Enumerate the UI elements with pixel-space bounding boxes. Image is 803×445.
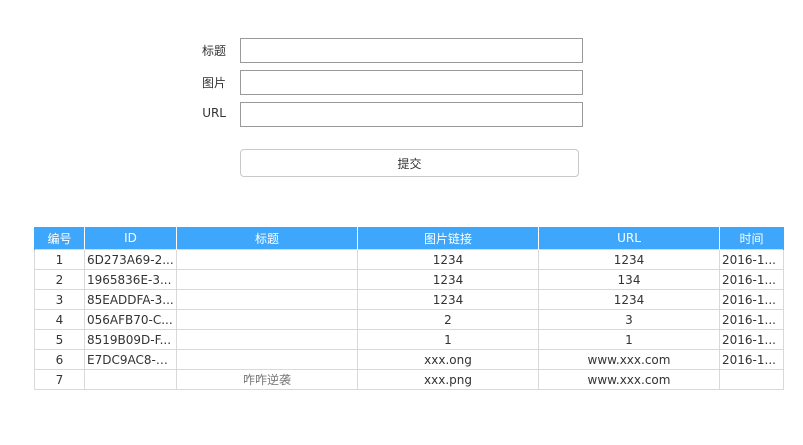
cell-id: 85EADDFA-3... [84,289,177,310]
cell-id: 8519B09D-F... [84,329,177,350]
cell-title [176,309,358,330]
table-row: 2 1965836E-3... 1234 134 2016-1... [34,269,784,290]
table-row: 3 85EADDFA-3... 1234 1234 2016-1... [34,289,784,310]
header-image-link: 图片链接 [357,227,539,250]
cell-title [176,289,358,310]
cell-time: 2016-1... [719,349,784,370]
cell-image: 1234 [357,249,539,270]
table-row: 5 8519B09D-F... 1 1 2016-1... [34,329,784,350]
url-input[interactable] [240,102,583,127]
cell-image: 1234 [357,289,539,310]
cell-no: 5 [34,329,85,350]
title-label: 标题 [201,44,226,58]
cell-url: www.xxx.com [538,369,720,390]
header-url: URL [538,227,720,250]
cell-image: 1 [357,329,539,350]
cell-time: 2016-1... [719,309,784,330]
image-input[interactable] [240,70,583,95]
cell-no: 6 [34,349,85,370]
table-header-row: 编号 ID 标题 图片链接 URL 时间 [34,227,784,250]
cell-url: 1 [538,329,720,350]
cell-image: xxx.ong [357,349,539,370]
cell-url: 1234 [538,289,720,310]
table-row: 7 咋咋逆袭 xxx.png www.xxx.com [34,369,784,390]
cell-title [176,349,358,370]
cell-title [176,249,358,270]
cell-time: 2016-1... [719,249,784,270]
header-title: 标题 [176,227,358,250]
cell-time [719,369,784,390]
cell-title: 咋咋逆袭 [176,369,358,390]
cell-image: 2 [357,309,539,330]
cell-image: 1234 [357,269,539,290]
cell-id [84,369,177,390]
url-label: URL [202,106,226,120]
cell-no: 3 [34,289,85,310]
header-time: 时间 [719,227,784,250]
cell-url: 1234 [538,249,720,270]
header-id: ID [84,227,177,250]
cell-no: 2 [34,269,85,290]
cell-id: 056AFB70-C... [84,309,177,330]
cell-url: 134 [538,269,720,290]
header-no: 编号 [34,227,85,250]
table-row: 6 E7DC9AC8-9... xxx.ong www.xxx.com 2016… [34,349,784,370]
cell-time: 2016-1... [719,329,784,350]
cell-time: 2016-1... [719,269,784,290]
cell-id: E7DC9AC8-9... [84,349,177,370]
image-label: 图片 [201,76,226,90]
cell-time: 2016-1... [719,289,784,310]
cell-no: 1 [34,249,85,270]
cell-title [176,269,358,290]
table-row: 4 056AFB70-C... 2 3 2016-1... [34,309,784,330]
table-row: 1 6D273A69-2... 1234 1234 2016-1... [34,249,784,270]
cell-title [176,329,358,350]
cell-no: 4 [34,309,85,330]
title-input[interactable] [240,38,583,63]
cell-id: 1965836E-3... [84,269,177,290]
cell-no: 7 [34,369,85,390]
submit-button[interactable]: 提交 [240,149,579,177]
cell-image: xxx.png [357,369,539,390]
cell-url: 3 [538,309,720,330]
cell-url: www.xxx.com [538,349,720,370]
records-table: 编号 ID 标题 图片链接 URL 时间 1 6D273A69-2... 123… [34,227,784,390]
cell-id: 6D273A69-2... [84,249,177,270]
